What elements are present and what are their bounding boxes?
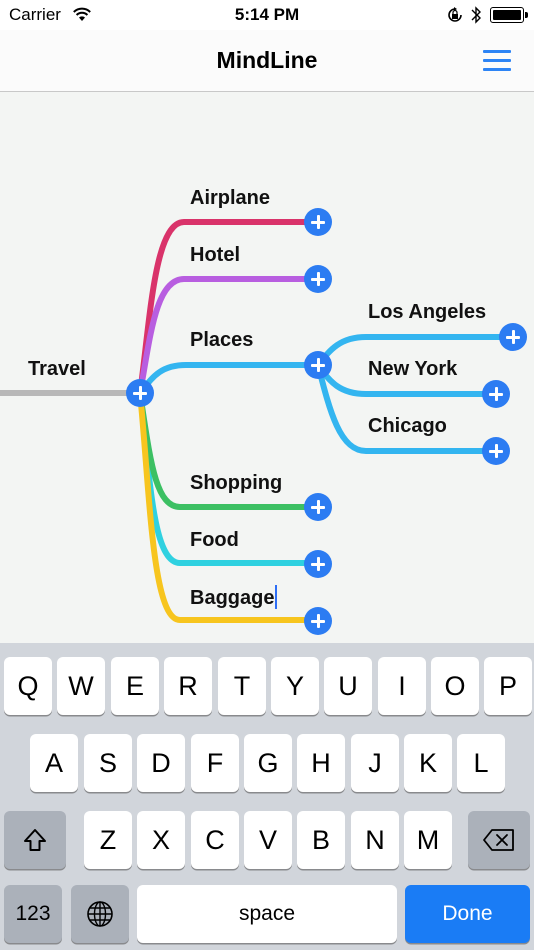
key-e[interactable]: E: [111, 657, 159, 715]
key-x[interactable]: X: [137, 811, 185, 869]
node-baggage-text: Baggage: [190, 587, 275, 609]
key-g[interactable]: G: [244, 734, 292, 792]
add-child-button-new-york[interactable]: [482, 380, 510, 408]
key-r[interactable]: R: [164, 657, 212, 715]
mindmap-canvas[interactable]: Travel Airplane Hotel Places Los Angeles…: [0, 92, 534, 643]
navigation-bar: MindLine: [0, 30, 534, 92]
hamburger-menu-icon[interactable]: [476, 44, 518, 76]
node-airplane[interactable]: Airplane: [190, 187, 270, 210]
key-n[interactable]: N: [351, 811, 399, 869]
bluetooth-icon: [471, 6, 481, 24]
link-places: [137, 362, 321, 396]
add-child-button-hotel[interactable]: [304, 265, 332, 293]
node-chicago[interactable]: Chicago: [368, 415, 447, 438]
node-hotel[interactable]: Hotel: [190, 244, 240, 267]
key-a[interactable]: A: [30, 734, 78, 792]
key-k[interactable]: K: [404, 734, 452, 792]
key-m[interactable]: M: [404, 811, 452, 869]
numbers-key[interactable]: 123: [4, 885, 62, 943]
key-y[interactable]: Y: [271, 657, 319, 715]
add-child-button-airplane[interactable]: [304, 208, 332, 236]
key-o[interactable]: O: [431, 657, 479, 715]
key-b[interactable]: B: [297, 811, 345, 869]
node-places[interactable]: Places: [190, 329, 253, 352]
key-j[interactable]: J: [351, 734, 399, 792]
backspace-key[interactable]: [468, 811, 530, 869]
add-child-button-shopping[interactable]: [304, 493, 332, 521]
key-u[interactable]: U: [324, 657, 372, 715]
key-s[interactable]: S: [84, 734, 132, 792]
key-l[interactable]: L: [457, 734, 505, 792]
globe-icon: [87, 901, 113, 927]
key-z[interactable]: Z: [84, 811, 132, 869]
add-child-button-los-angeles[interactable]: [499, 323, 527, 351]
key-c[interactable]: C: [191, 811, 239, 869]
add-child-button-places[interactable]: [304, 351, 332, 379]
key-h[interactable]: H: [297, 734, 345, 792]
add-child-button-baggage[interactable]: [304, 607, 332, 635]
shift-key[interactable]: [4, 811, 66, 869]
backspace-icon: [483, 829, 514, 851]
space-key[interactable]: space: [137, 885, 397, 943]
node-new-york[interactable]: New York: [368, 358, 457, 381]
node-baggage-editing[interactable]: Baggage: [190, 585, 278, 610]
node-travel[interactable]: Travel: [28, 358, 86, 381]
node-los-angeles[interactable]: Los Angeles: [368, 301, 486, 324]
on-screen-keyboard: Q W E R T Y U I O P A S D F G H J K L Z …: [0, 643, 534, 950]
key-d[interactable]: D: [137, 734, 185, 792]
key-i[interactable]: I: [378, 657, 426, 715]
key-p[interactable]: P: [484, 657, 532, 715]
globe-key[interactable]: [71, 885, 129, 943]
node-shopping[interactable]: Shopping: [190, 472, 282, 495]
battery-icon: [490, 7, 528, 23]
key-q[interactable]: Q: [4, 657, 52, 715]
node-food[interactable]: Food: [190, 529, 239, 552]
done-key[interactable]: Done: [405, 885, 530, 943]
text-cursor: [275, 585, 278, 609]
status-bar: Carrier 5:14 PM: [0, 0, 534, 30]
key-t[interactable]: T: [218, 657, 266, 715]
key-v[interactable]: V: [244, 811, 292, 869]
key-w[interactable]: W: [57, 657, 105, 715]
add-child-button-chicago[interactable]: [482, 437, 510, 465]
key-f[interactable]: F: [191, 734, 239, 792]
shift-icon: [24, 829, 46, 851]
orientation-lock-icon: [448, 7, 462, 22]
add-child-button-food[interactable]: [304, 550, 332, 578]
add-child-button-travel[interactable]: [126, 379, 154, 407]
page-title: MindLine: [216, 47, 318, 73]
